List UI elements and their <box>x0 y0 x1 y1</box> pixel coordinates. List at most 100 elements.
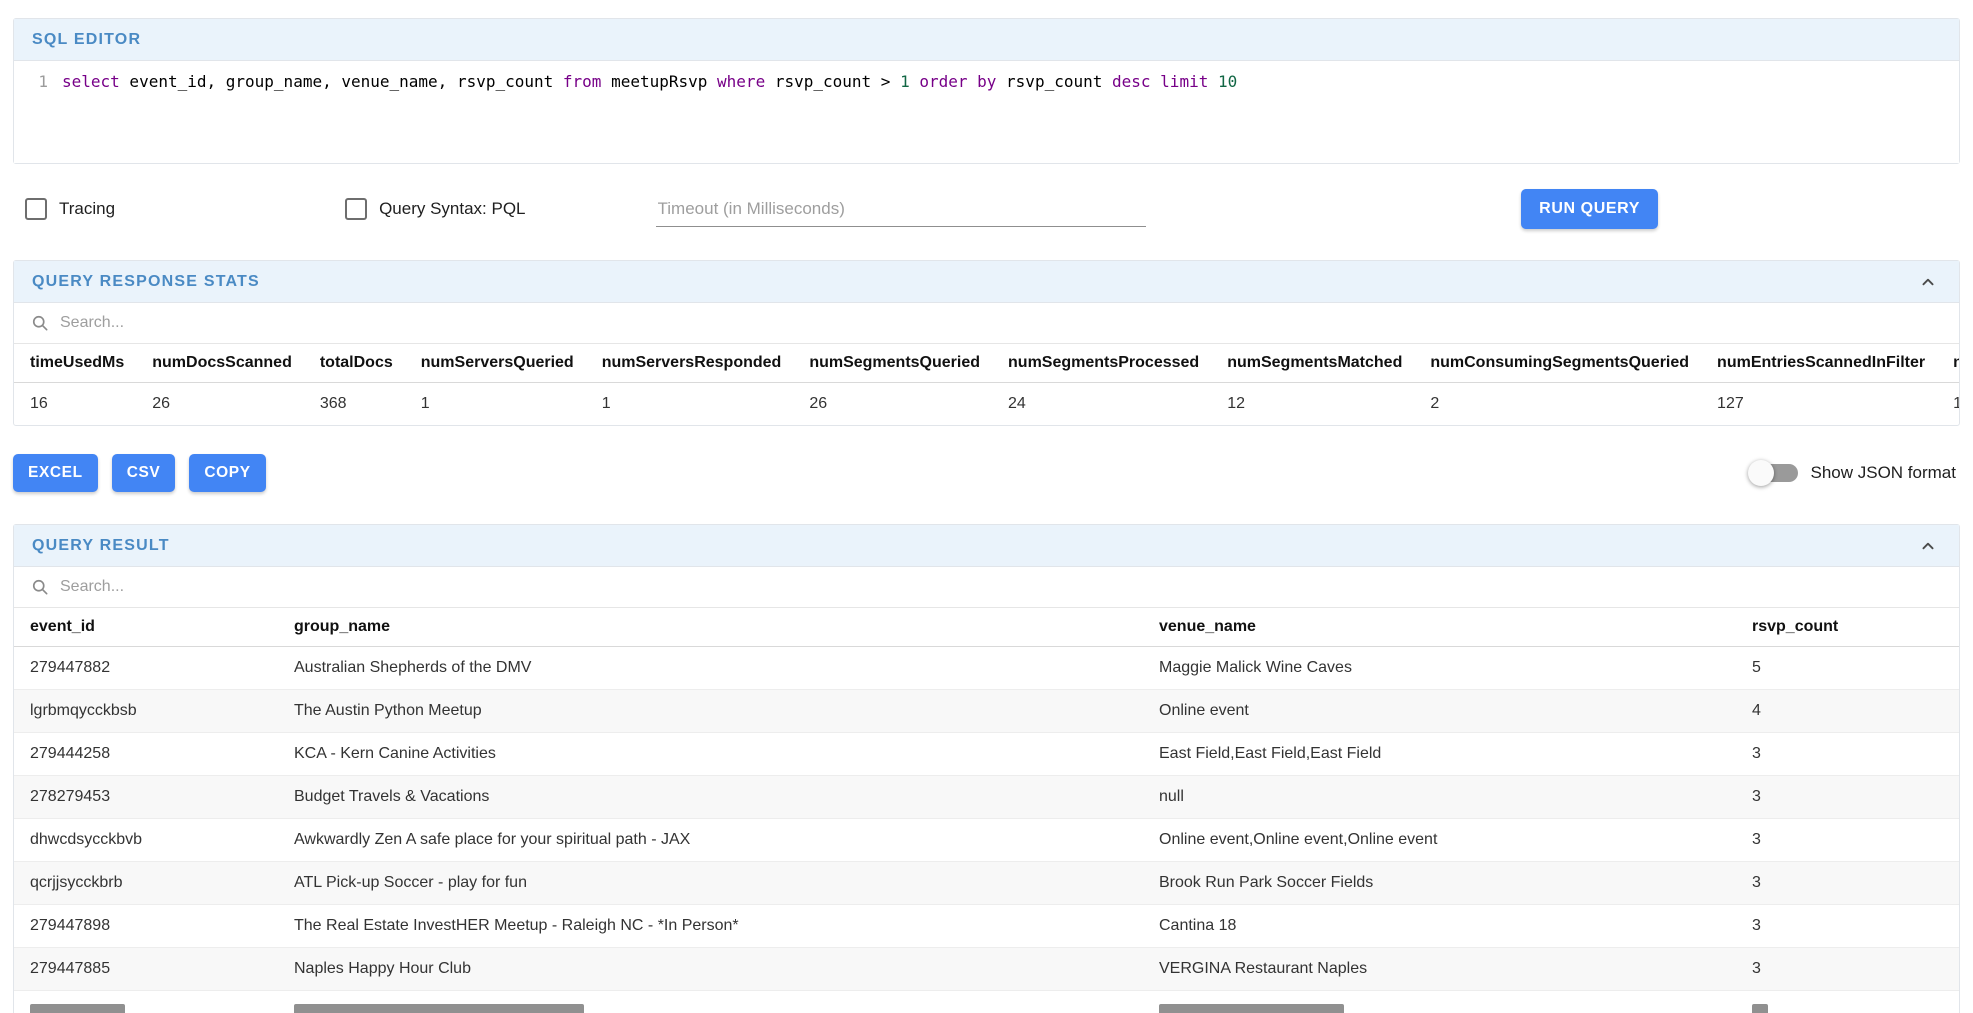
search-icon <box>30 313 50 333</box>
table-cell <box>1159 991 1752 1013</box>
excel-button[interactable]: EXCEL <box>13 454 98 492</box>
table-cell: 12 <box>1227 383 1430 426</box>
column-header[interactable]: numSegmentsProcessed <box>1008 344 1227 383</box>
table-cell: 279447898 <box>14 905 294 948</box>
chevron-up-icon <box>1917 535 1939 557</box>
table-cell: 130 <box>1953 383 1959 426</box>
table-row: 279447898The Real Estate InvestHER Meetu… <box>14 905 1959 948</box>
sql-token <box>1151 72 1161 91</box>
stats-title: QUERY RESPONSE STATS <box>32 273 260 291</box>
column-header[interactable]: numSegmentsQueried <box>809 344 1008 383</box>
table-cell: The Real Estate InvestHER Meetup - Ralei… <box>294 905 1159 948</box>
sql-token <box>910 72 920 91</box>
table-cell <box>294 991 1159 1013</box>
clipped-text-placeholder <box>30 1004 125 1013</box>
column-header[interactable]: numEntriesScannedInFilter <box>1717 344 1953 383</box>
column-header[interactable]: event_id <box>14 608 294 647</box>
table-cell: KCA - Kern Canine Activities <box>294 733 1159 776</box>
results-title: QUERY RESULT <box>32 537 170 555</box>
table-cell: 3 <box>1752 948 1959 991</box>
column-header[interactable]: numConsumingSegmentsQueried <box>1430 344 1717 383</box>
tracing-control: Tracing <box>25 198 115 220</box>
table-row: lgrbmqycckbsbThe Austin Python MeetupOnl… <box>14 690 1959 733</box>
table-row: 279447885Naples Happy Hour ClubVERGINA R… <box>14 948 1959 991</box>
sql-token: rsvp_count > <box>765 72 900 91</box>
pql-label[interactable]: Query Syntax: PQL <box>379 199 525 219</box>
table-cell: 5 <box>1752 647 1959 690</box>
results-search-row <box>14 567 1959 608</box>
line-number: 1 <box>14 71 62 163</box>
sql-token: event_id, group_name, venue_name, rsvp_c… <box>120 72 563 91</box>
copy-button[interactable]: COPY <box>189 454 265 492</box>
stats-table: timeUsedMsnumDocsScannedtotalDocsnumServ… <box>14 344 1959 425</box>
sql-token: meetupRsvp <box>601 72 717 91</box>
table-row: 1626368112624122127130 <box>14 383 1959 426</box>
table-cell: 368 <box>320 383 421 426</box>
table-row: 279444258KCA - Kern Canine ActivitiesEas… <box>14 733 1959 776</box>
column-header[interactable]: numServersQueried <box>421 344 602 383</box>
table-row: qcrjjsycckbrbATL Pick-up Soccer - play f… <box>14 862 1959 905</box>
column-header[interactable]: group_name <box>294 608 1159 647</box>
tracing-label[interactable]: Tracing <box>59 199 115 219</box>
clipped-text-placeholder <box>294 1004 584 1013</box>
sql-editor-panel: SQL EDITOR 1 select event_id, group_name… <box>13 18 1960 164</box>
table-cell: VERGINA Restaurant Naples <box>1159 948 1752 991</box>
column-header[interactable]: numServersResponded <box>602 344 810 383</box>
table-cell: Naples Happy Hour Club <box>294 948 1159 991</box>
results-panel: QUERY RESULT event_idgroup_namevenue_nam… <box>13 524 1960 1013</box>
json-format-toggle[interactable] <box>1751 459 1799 487</box>
table-cell: Maggie Malick Wine Caves <box>1159 647 1752 690</box>
table-cell <box>1752 991 1959 1013</box>
sql-editor-title: SQL EDITOR <box>32 31 141 49</box>
sql-token: 10 <box>1218 72 1237 91</box>
timeout-input[interactable] <box>656 192 1146 227</box>
table-cell: Australian Shepherds of the DMV <box>294 647 1159 690</box>
table-cell: Budget Travels & Vacations <box>294 776 1159 819</box>
collapse-stats-button[interactable] <box>1915 269 1941 295</box>
sql-token: from <box>563 72 602 91</box>
sql-code-editor[interactable]: 1 select event_id, group_name, venue_nam… <box>14 61 1959 163</box>
results-search-input[interactable] <box>60 578 480 596</box>
column-header[interactable]: timeUsedMs <box>14 344 152 383</box>
csv-button[interactable]: CSV <box>112 454 176 492</box>
query-controls-row: Tracing Query Syntax: PQL RUN QUERY <box>13 186 1960 232</box>
table-cell: 127 <box>1717 383 1953 426</box>
table-cell: Online event <box>1159 690 1752 733</box>
column-header[interactable]: numDocsScanned <box>152 344 320 383</box>
results-table: event_idgroup_namevenue_namersvp_count 2… <box>14 608 1959 1013</box>
sql-token: select <box>62 72 120 91</box>
column-header[interactable]: numEntriesScannedPostFilter <box>1953 344 1959 383</box>
table-cell: 3 <box>1752 733 1959 776</box>
table-cell: Online event,Online event,Online event <box>1159 819 1752 862</box>
clipped-text-placeholder <box>1159 1004 1344 1013</box>
collapse-results-button[interactable] <box>1915 533 1941 559</box>
table-cell: dhwcdsycckbvb <box>14 819 294 862</box>
stats-table-scroll-area[interactable]: timeUsedMsnumDocsScannedtotalDocsnumServ… <box>14 344 1959 425</box>
run-query-button[interactable]: RUN QUERY <box>1521 189 1658 229</box>
pql-control: Query Syntax: PQL <box>345 198 525 220</box>
table-cell: 3 <box>1752 776 1959 819</box>
sql-editor-header: SQL EDITOR <box>14 19 1959 61</box>
table-row: 279447882Australian Shepherds of the DMV… <box>14 647 1959 690</box>
stats-panel: QUERY RESPONSE STATS timeUsedMsnumDocsSc… <box>13 260 1960 426</box>
column-header[interactable]: numSegmentsMatched <box>1227 344 1430 383</box>
table-cell: 2 <box>1430 383 1717 426</box>
table-cell: 1 <box>602 383 810 426</box>
table-row-partially-clipped <box>14 991 1959 1013</box>
table-cell: Brook Run Park Soccer Fields <box>1159 862 1752 905</box>
column-header[interactable]: rsvp_count <box>1752 608 1959 647</box>
sql-token: order by <box>919 72 996 91</box>
pql-checkbox[interactable] <box>345 198 367 220</box>
tracing-checkbox[interactable] <box>25 198 47 220</box>
search-icon <box>30 577 50 597</box>
stats-header: QUERY RESPONSE STATS <box>14 261 1959 303</box>
table-cell: Cantina 18 <box>1159 905 1752 948</box>
table-cell: 279447885 <box>14 948 294 991</box>
stats-search-input[interactable] <box>60 314 480 332</box>
table-cell: 3 <box>1752 862 1959 905</box>
json-format-control: Show JSON format <box>1751 459 1957 487</box>
column-header[interactable]: totalDocs <box>320 344 421 383</box>
results-table-area[interactable]: event_idgroup_namevenue_namersvp_count 2… <box>14 608 1959 1013</box>
stats-header-row: timeUsedMsnumDocsScannedtotalDocsnumServ… <box>14 344 1959 383</box>
column-header[interactable]: venue_name <box>1159 608 1752 647</box>
